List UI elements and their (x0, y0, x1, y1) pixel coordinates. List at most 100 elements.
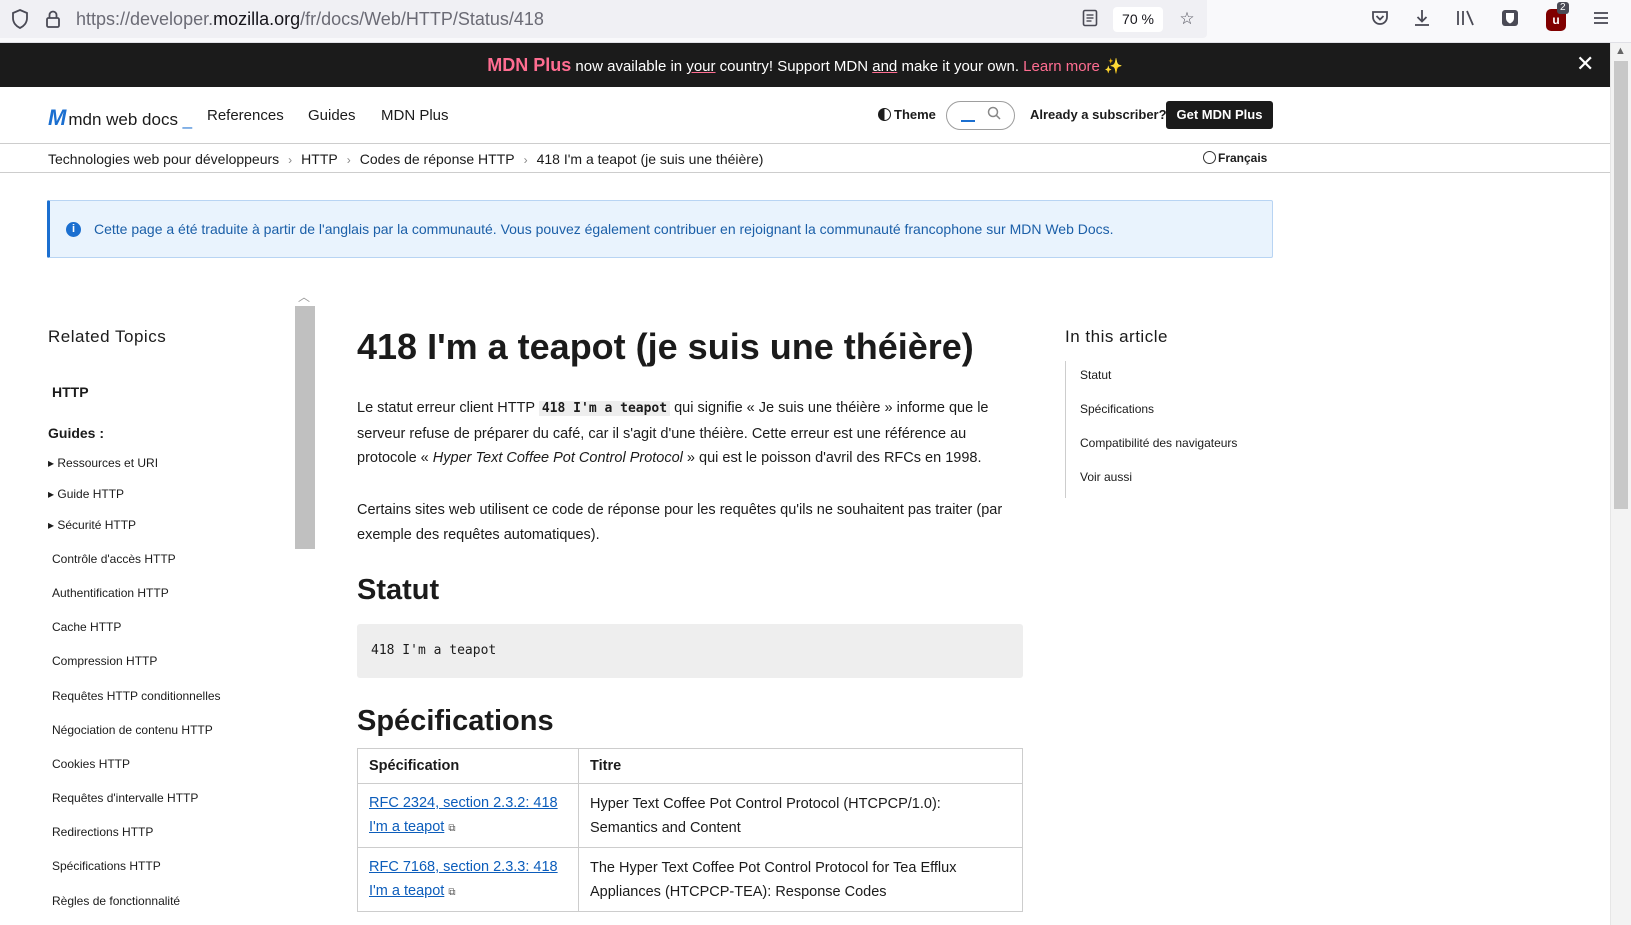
sidebar-item-label: Sécurité HTTP (57, 518, 137, 532)
banner-text-2: country! Support MDN (715, 58, 873, 75)
breadcrumb-status-codes[interactable]: Codes de réponse HTTP (360, 151, 515, 167)
spec-cell: RFC 7168, section 2.3.3: 418 I'm a teapo… (357, 847, 579, 912)
subscriber-login-link[interactable]: Already a subscriber? (1030, 107, 1167, 122)
sidebar-item-guide-http[interactable]: ▸ Guide HTTP (48, 487, 124, 501)
breadcrumb-current[interactable]: 418 I'm a teapot (je suis une théière) (537, 151, 764, 167)
bitwarden-icon[interactable] (1498, 8, 1522, 32)
sidebar-item-intervalle[interactable]: Requêtes d'intervalle HTTP (52, 791, 198, 805)
banner-message: MDN Plus now available in your country! … (0, 55, 1610, 76)
breadcrumb-chevron-icon: › (523, 153, 528, 167)
search-input[interactable] (946, 101, 1015, 130)
sidebar-item-ressources[interactable]: ▸ Ressources et URI (48, 456, 158, 470)
search-icon[interactable] (987, 106, 1001, 123)
sidebar-item-regles[interactable]: Règles de fonctionnalité (52, 894, 180, 908)
usage-paragraph: Certains sites web utilisent ce code de … (357, 502, 1003, 543)
breadcrumb: Technologies web pour développeurs › HTTP ›… (48, 151, 763, 167)
sidebar-item-redirections[interactable]: Redirections HTTP (52, 825, 153, 839)
expand-triangle-icon: ▸ (48, 518, 58, 532)
breadcrumb-chevron-icon: › (288, 153, 293, 167)
toc-item-compatibilite[interactable]: Compatibilité des navigateurs (1080, 436, 1237, 450)
site-header: Mmdn web docs _ References Guides MDN Pl… (0, 87, 1610, 144)
theme-switcher[interactable]: Theme (878, 107, 936, 122)
mdn-plus-banner: MDN Plus now available in your country! … (0, 43, 1610, 87)
rfc-2324-link[interactable]: RFC 2324, section 2.3.2: 418 I'm a teapo… (369, 795, 558, 835)
sparkle-icon: ✨ (1099, 58, 1123, 75)
column-header-specification: Spécification (357, 748, 579, 784)
theme-icon (878, 108, 891, 121)
nav-mdn-plus[interactable]: MDN Plus (381, 107, 449, 124)
sidebar-scroll-up-icon[interactable]: ︿ (298, 288, 310, 305)
url-bar[interactable]: https://developer.mozilla.org/fr/docs/We… (0, 0, 1207, 38)
search-caret (961, 120, 975, 122)
zoom-indicator[interactable]: 70 % (1113, 7, 1163, 32)
lock-icon[interactable] (43, 9, 63, 29)
sidebar-item-label: Ressources et URI (57, 456, 159, 470)
get-mdn-plus-button[interactable]: Get MDN Plus (1166, 101, 1273, 129)
shield-icon[interactable] (10, 9, 30, 29)
close-banner-button[interactable]: ✕ (1576, 53, 1594, 75)
url-text[interactable]: https://developer.mozilla.org/fr/docs/We… (76, 9, 544, 30)
table-row: RFC 2324, section 2.3.2: 418 I'm a teapo… (357, 783, 1023, 848)
toc-item-statut[interactable]: Statut (1080, 368, 1111, 382)
notice-text[interactable]: Cette page a été traduite à partir de l'… (94, 221, 1114, 237)
sidebar-item-negociation[interactable]: Négociation de contenu HTTP (52, 723, 213, 737)
nav-references[interactable]: References (207, 107, 284, 124)
sidebar-item-conditionnelles[interactable]: Requêtes HTTP conditionnelles (52, 689, 221, 703)
table-header-row: Spécification Titre (357, 748, 1023, 784)
library-icon[interactable] (1454, 8, 1478, 32)
sidebar-item-cookies[interactable]: Cookies HTTP (52, 757, 130, 771)
specifications-table: Spécification Titre RFC 2324, section 2.… (357, 748, 1023, 912)
sidebar-item-http[interactable]: HTTP (52, 384, 89, 400)
sidebar-scrollbar-thumb[interactable] (295, 306, 315, 549)
toc-rail (1065, 361, 1066, 498)
breadcrumb-divider (0, 172, 1610, 173)
close-icon: ✕ (1576, 51, 1595, 76)
sidebar-item-controle-acces[interactable]: Contrôle d'accès HTTP (52, 552, 176, 566)
menu-icon[interactable] (1589, 8, 1613, 32)
breadcrumb-web-tech[interactable]: Technologies web pour développeurs (48, 151, 279, 167)
intro-text-c: » qui est le poisson d'avril des RFCs en… (682, 450, 982, 466)
download-icon[interactable] (1410, 8, 1434, 32)
ublock-badge: 2 (1557, 2, 1569, 14)
bookmark-star-icon[interactable]: ☆ (1177, 9, 1197, 29)
banner-text-your: your (686, 58, 716, 75)
language-switcher[interactable]: Français (1203, 151, 1267, 165)
heading-statut: Statut (357, 574, 440, 606)
globe-icon (1203, 151, 1216, 164)
nav-guides[interactable]: Guides (308, 107, 356, 124)
learn-more-link[interactable]: Learn more (1023, 58, 1100, 75)
table-row: RFC 7168, section 2.3.3: 418 I'm a teapo… (357, 847, 1023, 912)
sidebar-item-authentification[interactable]: Authentification HTTP (52, 586, 169, 600)
banner-text-1: now available in (571, 58, 687, 75)
page-scrollbar[interactable]: ▲ (1610, 43, 1631, 925)
sidebar-item-specifications[interactable]: Spécifications HTTP (52, 859, 161, 873)
external-link-icon: ⧉ (448, 822, 456, 834)
logo-cursor-icon: _ (177, 110, 193, 129)
url-prefix: https://developer. (76, 9, 214, 29)
expand-triangle-icon: ▸ (48, 456, 58, 470)
url-path: /fr/docs/Web/HTTP/Status/418 (300, 9, 544, 29)
theme-label: Theme (894, 107, 936, 122)
inline-code: 418 I'm a teapot (538, 401, 671, 416)
intro-paragraph: Le statut erreur client HTTP 418 I'm a t… (357, 396, 1027, 471)
toc-title: In this article (1065, 327, 1168, 346)
pocket-icon[interactable] (1368, 8, 1392, 32)
sidebar-title: Related Topics (48, 327, 167, 346)
title-cell: Hyper Text Coffee Pot Control Protocol (… (578, 783, 1023, 848)
mdn-logo-icon: M (48, 105, 67, 130)
reader-view-icon[interactable] (1080, 9, 1100, 29)
toc-item-voir-aussi[interactable]: Voir aussi (1080, 470, 1132, 484)
language-label: Français (1218, 151, 1268, 165)
sidebar-item-compression[interactable]: Compression HTTP (52, 654, 157, 668)
sidebar-item-cache[interactable]: Cache HTTP (52, 620, 121, 634)
scrollbar-thumb[interactable] (1614, 61, 1628, 509)
sidebar-guides-heading: Guides : (48, 425, 105, 441)
scroll-up-arrow-icon[interactable]: ▲ (1615, 45, 1626, 57)
breadcrumb-http[interactable]: HTTP (301, 151, 338, 167)
sidebar-item-securite[interactable]: ▸ Sécurité HTTP (48, 518, 136, 532)
toc-item-specifications[interactable]: Spécifications (1080, 402, 1154, 416)
mdn-logo[interactable]: Mmdn web docs _ (48, 105, 192, 131)
status-code-block: 418 I'm a teapot (357, 624, 1023, 678)
rfc-7168-link[interactable]: RFC 7168, section 2.3.3: 418 I'm a teapo… (369, 859, 558, 899)
intro-text-a: Le statut erreur client HTTP (357, 400, 539, 416)
